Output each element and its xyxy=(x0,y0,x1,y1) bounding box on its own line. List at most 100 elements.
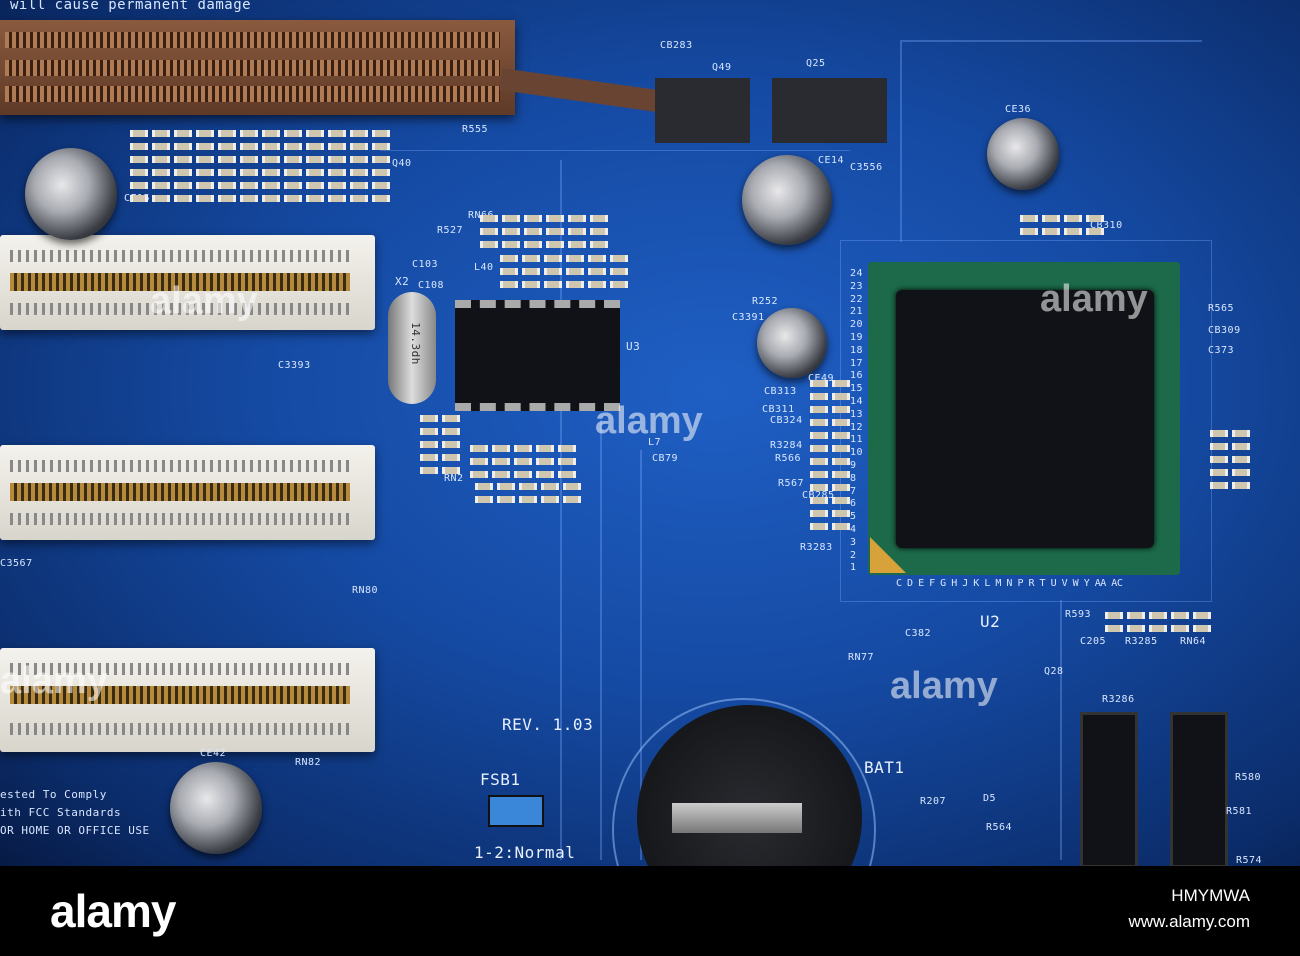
component-label: CB324 xyxy=(770,415,803,426)
smd-component xyxy=(497,483,515,490)
bga-row-label: 12 xyxy=(850,421,864,433)
smd-component xyxy=(152,156,170,163)
bga-row-label: 1 xyxy=(850,562,857,574)
capacitor xyxy=(25,148,117,240)
smd-component xyxy=(810,406,828,413)
smd-component xyxy=(536,445,554,452)
smd-component xyxy=(588,255,606,262)
motherboard-photo: will cause permanent damage 14.3dh X2 U3… xyxy=(0,0,1300,866)
smd-component xyxy=(590,228,608,235)
smd-component xyxy=(130,130,148,137)
smd-component xyxy=(240,156,258,163)
smd-component xyxy=(218,195,236,202)
smd-component xyxy=(522,281,540,288)
smd-component xyxy=(152,169,170,176)
smd-component xyxy=(492,471,510,478)
smd-component xyxy=(810,497,828,504)
component-label: RN2 xyxy=(444,473,464,484)
smd-component xyxy=(306,130,324,137)
component-label: CE14 xyxy=(818,155,845,166)
bga-row-label: 9 xyxy=(850,460,857,471)
smd-component xyxy=(832,419,850,426)
smd-component xyxy=(810,523,828,530)
bga-row-label: 8 xyxy=(850,472,857,484)
smd-component xyxy=(1193,625,1211,632)
smd-component xyxy=(284,143,302,150)
smd-component xyxy=(832,471,850,478)
smd-component xyxy=(810,419,828,426)
smd-component xyxy=(442,428,460,435)
smd-component xyxy=(350,130,368,137)
smd-component xyxy=(284,195,302,202)
smd-component xyxy=(568,215,586,222)
component-label: C3393 xyxy=(278,360,311,371)
smd-component xyxy=(610,268,628,275)
smd-component xyxy=(306,156,324,163)
fcc-text: ested To Comply xyxy=(0,788,107,801)
smd-component xyxy=(832,393,850,400)
watermark: alamy xyxy=(890,665,998,707)
capacitor xyxy=(987,118,1059,190)
component-label: CB283 xyxy=(660,40,693,51)
smd-component xyxy=(546,215,564,222)
smd-component xyxy=(218,169,236,176)
component-label: RN77 xyxy=(848,652,875,663)
smd-component xyxy=(240,143,258,150)
smd-component xyxy=(196,182,214,189)
smd-component xyxy=(568,241,586,248)
smd-component xyxy=(810,393,828,400)
fcc-text: ith FCC Standards xyxy=(0,806,122,819)
smd-component xyxy=(519,496,537,503)
smd-component xyxy=(306,195,324,202)
smd-component xyxy=(1064,228,1082,235)
smd-component xyxy=(240,195,258,202)
smd-component xyxy=(130,182,148,189)
smd-component xyxy=(500,268,518,275)
smd-component xyxy=(832,432,850,439)
smd-component xyxy=(502,241,520,248)
smd-component xyxy=(350,169,368,176)
smd-component xyxy=(544,255,562,262)
smd-component xyxy=(497,496,515,503)
smd-component xyxy=(502,215,520,222)
smd-component xyxy=(1210,456,1228,463)
footer-bar xyxy=(0,866,1300,956)
smd-component xyxy=(218,182,236,189)
component-label: R252 xyxy=(752,296,779,307)
smd-component xyxy=(262,156,280,163)
smd-component xyxy=(1171,612,1189,619)
alamy-logo: alamy xyxy=(50,885,176,937)
smd-component xyxy=(1042,215,1060,222)
smd-component xyxy=(174,182,192,189)
smd-component xyxy=(514,471,532,478)
smd-component xyxy=(544,281,562,288)
component-label: R527 xyxy=(437,225,464,236)
component-label: C108 xyxy=(418,280,445,291)
smd-component xyxy=(566,268,584,275)
smd-component xyxy=(563,496,581,503)
smd-component xyxy=(568,228,586,235)
smd-component xyxy=(306,169,324,176)
bga-row-label: 19 xyxy=(850,332,864,343)
smd-component xyxy=(442,454,460,461)
smd-component xyxy=(196,169,214,176)
component-label: C3556 xyxy=(850,162,883,173)
smd-component xyxy=(152,143,170,150)
smd-component xyxy=(1086,215,1104,222)
smd-component xyxy=(832,458,850,465)
bga-row-label: 7 xyxy=(850,485,857,497)
chip-u2-label: U2 xyxy=(980,612,1001,631)
smd-component xyxy=(328,143,346,150)
smd-component xyxy=(420,467,438,474)
watermark: alamy xyxy=(150,280,258,322)
component-label: R565 xyxy=(1208,303,1235,314)
component-label: CB311 xyxy=(762,404,795,415)
smd-component xyxy=(306,143,324,150)
bga-row-label: 24 xyxy=(850,268,864,279)
bga-row-label: 2 xyxy=(850,549,857,561)
smd-component xyxy=(284,156,302,163)
crystal-marking: 14.3dh xyxy=(408,322,422,365)
smd-component xyxy=(832,484,850,491)
smd-component xyxy=(130,156,148,163)
bga-row-label: 10 xyxy=(850,447,864,459)
